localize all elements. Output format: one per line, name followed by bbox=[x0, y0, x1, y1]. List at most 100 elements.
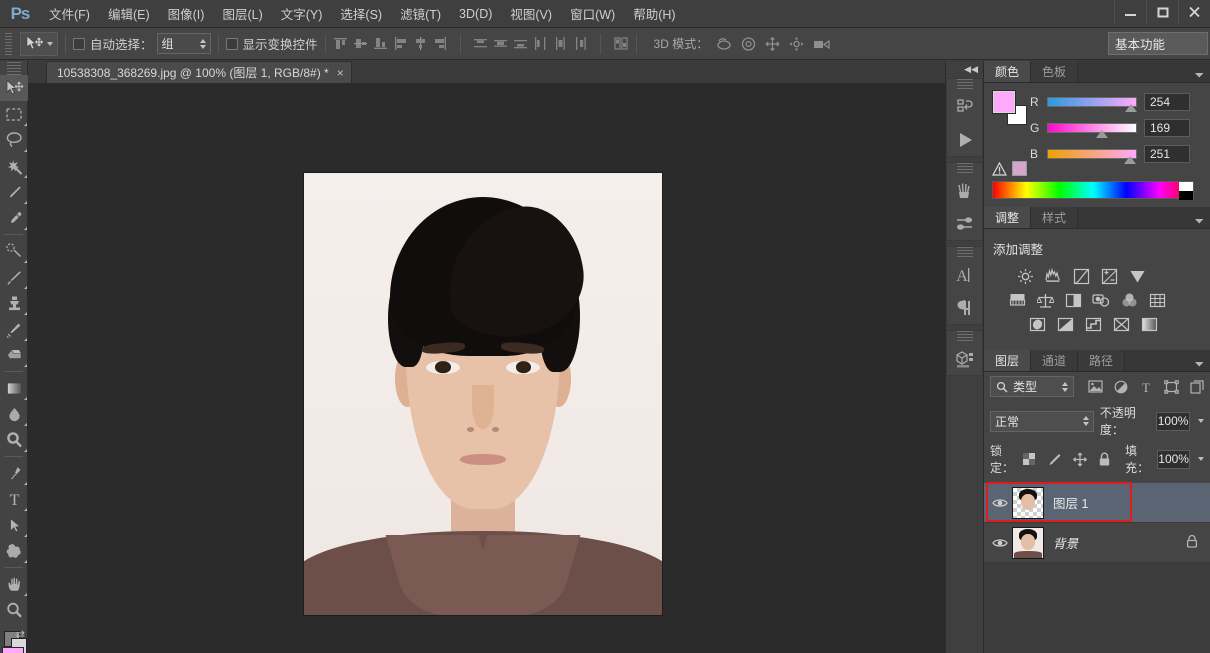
opacity-value[interactable]: 100% bbox=[1156, 412, 1190, 431]
blur-tool[interactable] bbox=[0, 401, 28, 427]
menu-filter[interactable]: 滤镜(T) bbox=[391, 0, 450, 27]
menu-window[interactable]: 窗口(W) bbox=[561, 0, 624, 27]
layers-panel-menu-icon[interactable] bbox=[1194, 357, 1205, 371]
character-panel-icon[interactable]: A bbox=[947, 258, 982, 291]
group-grip[interactable] bbox=[947, 163, 982, 174]
brush-tool[interactable] bbox=[0, 264, 28, 290]
auto-align-layers-icon[interactable] bbox=[613, 36, 629, 51]
align-bottom-edges-icon[interactable] bbox=[373, 36, 388, 51]
group-grip[interactable] bbox=[947, 79, 982, 90]
lock-position-icon[interactable] bbox=[1072, 452, 1088, 467]
distribute-vertical-center-icon[interactable] bbox=[493, 36, 508, 51]
lock-all-icon[interactable] bbox=[1098, 452, 1111, 467]
channel-thumb-r[interactable] bbox=[1125, 104, 1137, 112]
tool-presets-icon[interactable] bbox=[947, 207, 982, 240]
swap-colors-icon[interactable]: ⇄ bbox=[16, 628, 25, 641]
rectangular-marquee-tool[interactable] bbox=[0, 101, 28, 127]
auto-select-checkbox[interactable] bbox=[73, 38, 85, 50]
roll-3d-icon[interactable] bbox=[740, 36, 757, 52]
tab-layers[interactable]: 图层 bbox=[984, 350, 1031, 371]
curves-icon[interactable] bbox=[1070, 266, 1092, 286]
photo-filter-icon[interactable] bbox=[1090, 290, 1112, 310]
channel-slider-b[interactable] bbox=[1047, 149, 1137, 159]
type-tool[interactable]: T bbox=[0, 486, 28, 512]
filter-adjustment-icon[interactable] bbox=[1114, 380, 1128, 394]
threshold-icon[interactable] bbox=[1082, 314, 1104, 334]
layer-thumbnail[interactable] bbox=[1012, 487, 1044, 519]
maximize-button[interactable] bbox=[1146, 0, 1178, 24]
lock-image-pixels-icon[interactable] bbox=[1046, 452, 1062, 467]
brightness-contrast-icon[interactable] bbox=[1014, 266, 1036, 286]
magic-wand-tool[interactable] bbox=[0, 153, 28, 179]
tab-paths[interactable]: 路径 bbox=[1078, 350, 1125, 371]
channel-slider-g[interactable] bbox=[1047, 123, 1137, 133]
brush-presets-icon[interactable] bbox=[947, 174, 982, 207]
align-left-edges-icon[interactable] bbox=[393, 36, 408, 51]
menu-layer[interactable]: 图层(L) bbox=[213, 0, 271, 27]
color-panel-foreground-swatch[interactable] bbox=[993, 91, 1015, 113]
path-selection-tool[interactable] bbox=[0, 512, 28, 538]
show-transform-controls-checkbox[interactable] bbox=[226, 38, 238, 50]
invert-icon[interactable] bbox=[1026, 314, 1048, 334]
auto-select-scope-dropdown[interactable]: 组 bbox=[157, 33, 211, 54]
spot-healing-brush-tool[interactable] bbox=[0, 238, 28, 264]
posterize-icon[interactable] bbox=[1054, 314, 1076, 334]
pen-tool[interactable] bbox=[0, 460, 28, 486]
actions-play-icon[interactable] bbox=[947, 123, 982, 156]
channel-mixer-icon[interactable] bbox=[1118, 290, 1140, 310]
eraser-tool[interactable] bbox=[0, 342, 28, 368]
filter-shape-icon[interactable] bbox=[1164, 380, 1179, 394]
hue-saturation-icon[interactable] bbox=[1006, 290, 1028, 310]
channel-thumb-b[interactable] bbox=[1124, 156, 1136, 164]
gradient-map-icon[interactable] bbox=[1138, 314, 1160, 334]
tab-color[interactable]: 颜色 bbox=[984, 61, 1031, 82]
hand-tool[interactable] bbox=[0, 571, 28, 597]
rotate-3d-icon[interactable] bbox=[715, 36, 733, 52]
slide-3d-icon[interactable] bbox=[788, 36, 805, 52]
gamut-substitute-swatch[interactable] bbox=[1012, 161, 1027, 176]
pan-3d-icon[interactable] bbox=[764, 36, 781, 52]
layer-name[interactable]: 图层 1 bbox=[1053, 493, 1088, 512]
menu-edit[interactable]: 编辑(E) bbox=[99, 0, 159, 27]
workspace-selector[interactable]: 基本功能 bbox=[1108, 32, 1208, 55]
minimize-button[interactable] bbox=[1114, 0, 1146, 24]
tab-styles[interactable]: 样式 bbox=[1031, 207, 1078, 228]
paragraph-panel-icon[interactable] bbox=[947, 291, 982, 324]
document-tab[interactable]: 10538308_368269.jpg @ 100% (图层 1, RGB/8#… bbox=[46, 61, 352, 83]
filter-type-icon[interactable]: T bbox=[1139, 380, 1153, 394]
layer-visibility-toggle[interactable] bbox=[988, 537, 1012, 549]
layer-name[interactable]: 背景 bbox=[1053, 533, 1078, 552]
align-right-edges-icon[interactable] bbox=[433, 36, 448, 51]
channel-value-b[interactable]: 251 bbox=[1144, 145, 1190, 163]
distribute-left-icon[interactable] bbox=[533, 36, 548, 51]
gradient-tool[interactable] bbox=[0, 375, 28, 401]
tab-adjustments[interactable]: 调整 bbox=[984, 207, 1031, 228]
history-brush-tool[interactable] bbox=[0, 316, 28, 342]
foreground-color-swatch[interactable] bbox=[2, 647, 24, 653]
black-white-picker[interactable] bbox=[1179, 182, 1193, 200]
3d-panel-icon[interactable] bbox=[947, 342, 982, 375]
color-panel-menu-icon[interactable] bbox=[1194, 68, 1205, 82]
image-canvas[interactable] bbox=[304, 173, 662, 615]
fill-value[interactable]: 100% bbox=[1157, 450, 1190, 469]
fill-chevron-icon[interactable] bbox=[1198, 457, 1204, 461]
custom-shape-tool[interactable] bbox=[0, 538, 28, 564]
distribute-right-icon[interactable] bbox=[573, 36, 588, 51]
color-lookup-icon[interactable] bbox=[1146, 290, 1168, 310]
filter-smart-object-icon[interactable] bbox=[1190, 380, 1204, 394]
menu-type[interactable]: 文字(Y) bbox=[272, 0, 332, 27]
layer-visibility-toggle[interactable] bbox=[988, 497, 1012, 509]
tools-panel-grip[interactable] bbox=[0, 61, 27, 75]
menu-file[interactable]: 文件(F) bbox=[40, 0, 99, 27]
opacity-chevron-icon[interactable] bbox=[1198, 419, 1204, 423]
exposure-icon[interactable] bbox=[1098, 266, 1120, 286]
options-bar-grip[interactable] bbox=[2, 33, 14, 55]
tab-swatches[interactable]: 色板 bbox=[1031, 61, 1078, 82]
channel-value-r[interactable]: 254 bbox=[1144, 93, 1190, 111]
channel-thumb-g[interactable] bbox=[1096, 130, 1108, 138]
filter-pixel-icon[interactable] bbox=[1088, 380, 1103, 393]
distribute-top-icon[interactable] bbox=[473, 36, 488, 51]
align-vertical-centers-icon[interactable] bbox=[353, 36, 368, 51]
adjustments-panel-menu-icon[interactable] bbox=[1194, 214, 1205, 228]
vibrance-icon[interactable] bbox=[1126, 266, 1148, 286]
